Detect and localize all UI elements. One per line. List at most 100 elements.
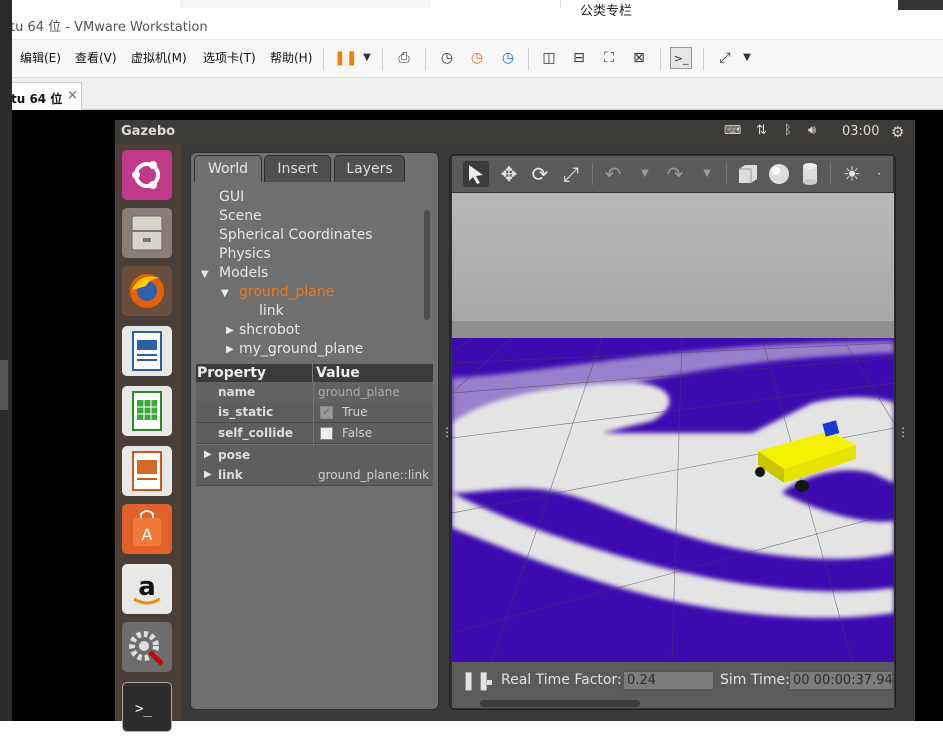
menu-edit[interactable]: 编辑(E) bbox=[20, 49, 61, 66]
tree-item-spherical[interactable]: Spherical Coordinates bbox=[219, 226, 373, 245]
chevron-down-icon[interactable]: ▼ bbox=[632, 161, 658, 187]
window-title: tu 64 位 - VMware Workstation bbox=[10, 20, 208, 35]
expand-down-icon[interactable]: ▼ bbox=[221, 288, 229, 299]
expand-right-icon[interactable]: ▶ bbox=[204, 449, 212, 460]
revert-snapshot-icon[interactable]: ◷ bbox=[466, 47, 488, 69]
ubuntu-launcher: A a >_ bbox=[115, 144, 181, 732]
select-arrow-icon[interactable] bbox=[463, 161, 489, 187]
bluetooth-icon[interactable]: ᛒ bbox=[784, 123, 792, 138]
background-window-fragment-dark bbox=[898, 0, 943, 10]
light-icon[interactable]: ☀ bbox=[839, 161, 865, 187]
tree-scrollbar[interactable] bbox=[424, 210, 430, 320]
close-icon[interactable]: × bbox=[67, 88, 78, 103]
firefox-icon[interactable] bbox=[122, 266, 172, 316]
tree-item-link[interactable]: link bbox=[259, 302, 284, 321]
amazon-icon[interactable]: a bbox=[122, 564, 172, 614]
tab-world[interactable]: World bbox=[194, 155, 262, 182]
expand-down-icon[interactable]: ▼ bbox=[201, 269, 209, 280]
cylinder-shape-icon[interactable] bbox=[797, 161, 823, 187]
menu-view[interactable]: 查看(V) bbox=[75, 49, 117, 66]
impress-icon[interactable] bbox=[122, 446, 172, 496]
step-icon[interactable]: ▪ bbox=[486, 677, 493, 688]
column-divider bbox=[312, 364, 313, 382]
stretch-icon[interactable]: ⤢ bbox=[714, 47, 736, 69]
box-shape-icon[interactable] bbox=[735, 161, 761, 187]
snapshot-manager-icon[interactable]: ◷ bbox=[497, 47, 519, 69]
ubuntu-icon[interactable] bbox=[122, 150, 172, 200]
menu-help[interactable]: 帮助(H) bbox=[270, 49, 312, 66]
property-row-link[interactable]: ▶ link ground_plane::link bbox=[196, 465, 433, 486]
tab-insert[interactable]: Insert bbox=[264, 155, 331, 182]
tree-item-my-ground-plane[interactable]: my_ground_plane bbox=[239, 340, 363, 359]
expand-right-icon[interactable]: ▶ bbox=[226, 325, 234, 336]
clock[interactable]: 03:00 bbox=[842, 124, 879, 139]
translate-icon[interactable]: ✥ bbox=[496, 161, 522, 187]
snapshot-icon[interactable]: ◷ bbox=[436, 47, 458, 69]
chevron-down-icon[interactable]: ▼ bbox=[694, 161, 720, 187]
column-divider bbox=[313, 382, 314, 403]
tree-item-gui[interactable]: GUI bbox=[219, 188, 244, 207]
writer-icon[interactable] bbox=[122, 326, 172, 376]
menu-tabs[interactable]: 选项卡(T) bbox=[203, 49, 256, 66]
expand-right-icon[interactable]: ▶ bbox=[226, 344, 234, 355]
vm-tab[interactable]: tu 64 位 × bbox=[0, 82, 82, 110]
real-time-factor-label: Real Time Factor: bbox=[501, 672, 622, 688]
volume-icon[interactable]: 🔊︎ bbox=[808, 123, 816, 138]
menu-vm[interactable]: 虚拟机(M) bbox=[131, 49, 187, 66]
undo-icon[interactable]: ↶ bbox=[600, 161, 626, 187]
property-label: is_static bbox=[218, 405, 274, 419]
toolbar-separator bbox=[660, 48, 661, 70]
tree-item-physics[interactable]: Physics bbox=[219, 245, 271, 264]
unity-icon[interactable]: ⊠ bbox=[628, 47, 650, 69]
scale-icon[interactable]: ⤢ bbox=[558, 161, 584, 187]
software-center-icon[interactable]: A bbox=[122, 504, 172, 554]
calc-icon[interactable] bbox=[122, 386, 172, 436]
rotate-icon[interactable]: ⟳ bbox=[527, 161, 553, 187]
scene-viewport[interactable] bbox=[452, 193, 894, 661]
fullscreen-icon[interactable]: ⛶ bbox=[598, 47, 620, 69]
pause-icon[interactable]: ❚❚ bbox=[334, 47, 357, 69]
value-column-header: Value bbox=[316, 365, 360, 381]
property-row-name: name ground_plane bbox=[196, 382, 433, 403]
expand-right-icon[interactable]: ▶ bbox=[204, 469, 212, 480]
thumbnail-icon[interactable]: ⊟ bbox=[568, 47, 590, 69]
background-window-fragment: 公类专栏 bbox=[580, 4, 633, 19]
console-view-icon[interactable]: >_ bbox=[670, 47, 692, 69]
keyboard-icon[interactable]: ⌨ bbox=[724, 123, 741, 137]
checkbox-unchecked-icon[interactable] bbox=[320, 427, 333, 440]
svg-text:A: A bbox=[142, 525, 153, 544]
tree-item-scene[interactable]: Scene bbox=[219, 207, 262, 226]
bottom-scrollbar[interactable] bbox=[480, 700, 640, 707]
tab-layers[interactable]: Layers bbox=[334, 155, 405, 182]
vmware-title-bar: 公类专栏 tu 64 位 - VMware Workstation bbox=[0, 0, 943, 40]
gear-icon[interactable]: ⚙ bbox=[891, 123, 904, 141]
tree-item-ground-plane[interactable]: ground_plane bbox=[239, 283, 334, 302]
left-edge-handle bbox=[0, 360, 8, 410]
files-icon[interactable] bbox=[122, 208, 172, 258]
tree-item-shcrobot[interactable]: shcrobot bbox=[239, 321, 300, 340]
property-row-pose[interactable]: ▶ pose bbox=[196, 445, 433, 466]
guest-margin-right bbox=[915, 110, 943, 721]
sphere-shape-icon[interactable] bbox=[766, 161, 792, 187]
column-divider bbox=[313, 423, 314, 444]
property-label: self_collide bbox=[218, 426, 294, 440]
toolbar-separator bbox=[726, 163, 727, 185]
more-icon[interactable]: · bbox=[866, 161, 892, 187]
guest-margin bbox=[12, 110, 115, 721]
network-icon[interactable]: ⇅ bbox=[756, 123, 767, 138]
splitter-handle-right[interactable]: ⋮ bbox=[897, 425, 909, 439]
settings-icon[interactable] bbox=[122, 622, 172, 672]
vmware-tab-bar bbox=[0, 78, 943, 110]
chevron-down-icon[interactable]: ▼ bbox=[736, 47, 758, 69]
sidebar-toggle-icon[interactable]: ◫ bbox=[538, 47, 560, 69]
chevron-down-icon[interactable]: ▼ bbox=[356, 47, 378, 69]
terminal-icon[interactable]: >_ bbox=[122, 682, 172, 732]
tree-item-models[interactable]: Models bbox=[219, 264, 268, 283]
checkbox-checked-icon[interactable]: ✔ bbox=[320, 406, 333, 419]
toolbar-separator bbox=[703, 48, 704, 70]
send-keys-icon[interactable]: ⎙ bbox=[393, 47, 415, 69]
property-label: link bbox=[218, 468, 243, 482]
property-value: False bbox=[342, 426, 373, 440]
redo-icon[interactable]: ↷ bbox=[662, 161, 688, 187]
property-row-is-static: is_static ✔ True bbox=[196, 402, 433, 423]
